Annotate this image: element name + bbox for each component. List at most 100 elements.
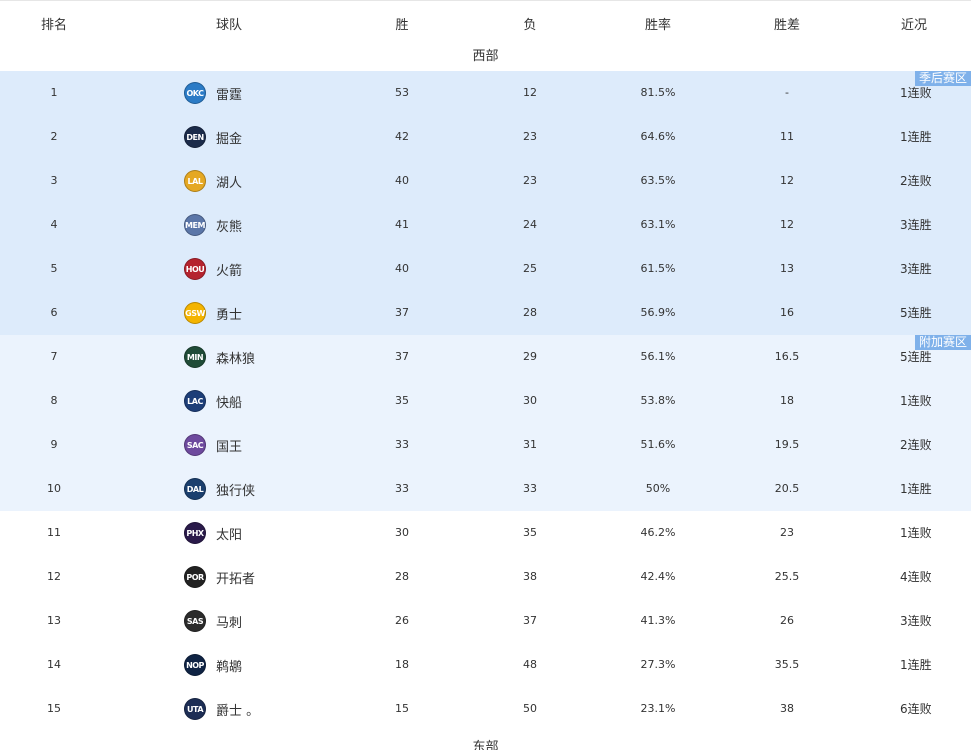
team-name[interactable]: 掘金 (216, 128, 242, 147)
team-cell[interactable]: UTA 爵士 。 (184, 697, 259, 721)
streak-cell: 2连败 (900, 174, 932, 188)
team-cell[interactable]: GSW 勇士 (184, 301, 242, 325)
team-logo-icon: PHX (184, 522, 206, 544)
table-row[interactable]: 3 40 23 63.5% 12 LAL 湖人 2连败 (0, 159, 971, 203)
team-name[interactable]: 国王 (216, 436, 242, 455)
team-name[interactable]: 森林狼 (216, 348, 255, 367)
rank-cell: 4 (50, 218, 58, 231)
rank-cell: 3 (50, 174, 58, 187)
losses-cell: 50 (523, 702, 537, 715)
table-row[interactable]: 15 15 50 23.1% 38 UTA 爵士 。 6连败 (0, 687, 971, 731)
losses-cell: 48 (523, 658, 537, 671)
table-row[interactable]: 6 37 28 56.9% 16 GSW 勇士 5连胜 (0, 291, 971, 335)
table-row[interactable]: 13 26 37 41.3% 26 SAS 马刺 3连败 (0, 599, 971, 643)
rank-cell: 8 (50, 394, 58, 407)
losses-cell: 25 (523, 262, 537, 275)
team-logo-icon: OKC (184, 82, 206, 104)
rank-cell: 10 (47, 482, 61, 495)
table-row[interactable]: 2 42 23 64.6% 11 DEN 掘金 1连胜 (0, 115, 971, 159)
col-rank-header[interactable]: 排名 (41, 14, 67, 33)
losses-cell: 31 (523, 438, 537, 451)
team-cell[interactable]: MIN 森林狼 (184, 345, 255, 369)
team-name[interactable]: 灰熊 (216, 216, 242, 235)
streak-cell: 1连败 (900, 394, 932, 408)
table-row[interactable]: 9 33 31 51.6% 19.5 SAC 国王 2连败 (0, 423, 971, 467)
team-cell[interactable]: SAS 马刺 (184, 609, 242, 633)
team-name[interactable]: 雷霆 (216, 84, 242, 103)
col-streak-header[interactable]: 近况 (901, 14, 927, 33)
team-name[interactable]: 爵士 。 (216, 700, 259, 719)
team-cell[interactable]: NOP 鹈鹕 (184, 653, 242, 677)
table-row[interactable]: 1 53 12 81.5% - OKC 雷霆 1连败 季后赛区 (0, 71, 971, 115)
team-name[interactable]: 快船 (216, 392, 242, 411)
gb-cell: 18 (780, 394, 794, 407)
wins-cell: 37 (395, 350, 409, 363)
wins-cell: 40 (395, 174, 409, 187)
wins-cell: 18 (395, 658, 409, 671)
pct-cell: 64.6% (640, 130, 676, 143)
rank-cell: 1 (50, 86, 58, 99)
team-cell[interactable]: MEM 灰熊 (184, 213, 242, 237)
team-name[interactable]: 鹈鹕 (216, 656, 242, 675)
team-cell[interactable]: DEN 掘金 (184, 125, 242, 149)
col-pct-header[interactable]: 胜率 (645, 14, 671, 33)
rank-cell: 7 (50, 350, 58, 363)
team-cell[interactable]: SAC 国王 (184, 433, 242, 457)
team-cell[interactable]: DAL 独行侠 (184, 477, 255, 501)
losses-cell: 35 (523, 526, 537, 539)
pct-cell: 46.2% (640, 526, 676, 539)
wins-cell: 37 (395, 306, 409, 319)
gb-cell: 23 (780, 526, 794, 539)
team-cell[interactable]: LAL 湖人 (184, 169, 242, 193)
team-name[interactable]: 太阳 (216, 524, 242, 543)
streak-cell: 6连败 (900, 702, 932, 716)
streak-cell: 1连胜 (900, 658, 932, 672)
col-wins-header[interactable]: 胜 (395, 14, 408, 33)
wins-cell: 42 (395, 130, 409, 143)
team-cell[interactable]: PHX 太阳 (184, 521, 242, 545)
losses-cell: 37 (523, 614, 537, 627)
losses-cell: 28 (523, 306, 537, 319)
gb-cell: 26 (780, 614, 794, 627)
team-name[interactable]: 湖人 (216, 172, 242, 191)
pct-cell: 27.3% (640, 658, 676, 671)
pct-cell: 50% (645, 482, 671, 495)
table-row[interactable]: 4 41 24 63.1% 12 MEM 灰熊 3连胜 (0, 203, 971, 247)
rank-cell: 2 (50, 130, 58, 143)
rank-cell: 14 (47, 658, 61, 671)
team-cell[interactable]: OKC 雷霆 (184, 81, 242, 105)
gb-cell: 16.5 (774, 350, 800, 363)
wins-cell: 15 (395, 702, 409, 715)
pct-cell: 63.5% (640, 174, 676, 187)
wins-cell: 35 (395, 394, 409, 407)
rank-cell: 12 (47, 570, 61, 583)
gb-cell: 11 (780, 130, 794, 143)
team-logo-icon: NOP (184, 654, 206, 676)
rank-cell: 13 (47, 614, 61, 627)
col-losses-header[interactable]: 负 (523, 14, 536, 33)
wins-cell: 41 (395, 218, 409, 231)
table-row[interactable]: 7 37 29 56.1% 16.5 MIN 森林狼 5连胜 附加赛区 (0, 335, 971, 379)
table-row[interactable]: 10 33 33 50% 20.5 DAL 独行侠 1连胜 (0, 467, 971, 511)
team-cell[interactable]: HOU 火箭 (184, 257, 242, 281)
team-name[interactable]: 马刺 (216, 612, 242, 631)
rank-cell: 5 (50, 262, 58, 275)
losses-cell: 23 (523, 174, 537, 187)
pct-cell: 56.1% (640, 350, 676, 363)
team-cell[interactable]: POR 开拓者 (184, 565, 255, 589)
team-name[interactable]: 勇士 (216, 304, 242, 323)
team-logo-icon: HOU (184, 258, 206, 280)
team-name[interactable]: 开拓者 (216, 568, 255, 587)
table-row[interactable]: 8 35 30 53.8% 18 LAC 快船 1连败 (0, 379, 971, 423)
gb-cell: 35.5 (774, 658, 800, 671)
table-row[interactable]: 5 40 25 61.5% 13 HOU 火箭 3连胜 (0, 247, 971, 291)
team-cell[interactable]: LAC 快船 (184, 389, 242, 413)
table-row[interactable]: 12 28 38 42.4% 25.5 POR 开拓者 4连败 (0, 555, 971, 599)
team-name[interactable]: 独行侠 (216, 480, 255, 499)
col-gb-header[interactable]: 胜差 (774, 14, 800, 33)
team-name[interactable]: 火箭 (216, 260, 242, 279)
wins-cell: 40 (395, 262, 409, 275)
table-row[interactable]: 14 18 48 27.3% 35.5 NOP 鹈鹕 1连胜 (0, 643, 971, 687)
table-row[interactable]: 11 30 35 46.2% 23 PHX 太阳 1连败 (0, 511, 971, 555)
col-team-header[interactable]: 球队 (216, 14, 242, 33)
